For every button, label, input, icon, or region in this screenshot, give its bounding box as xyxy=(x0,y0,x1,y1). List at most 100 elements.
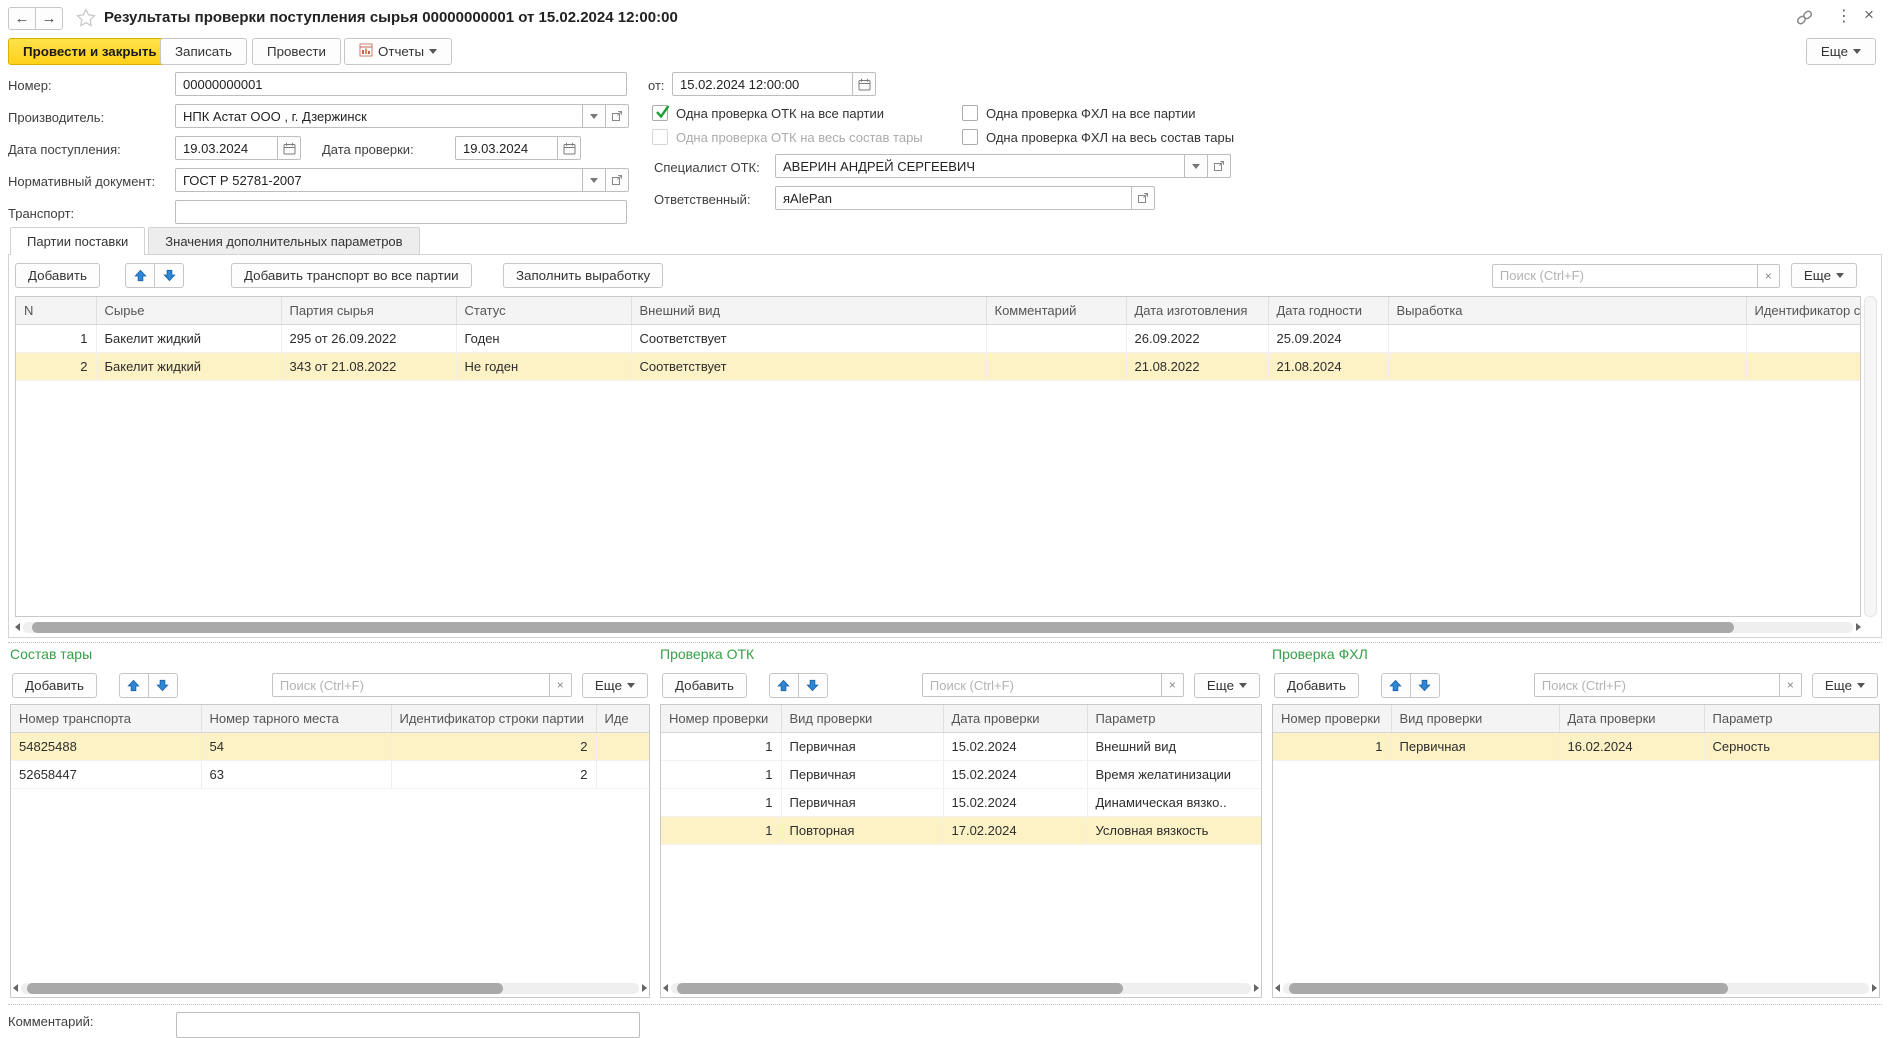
cell[interactable]: Серность xyxy=(1704,732,1880,760)
responsible-field[interactable]: яAlePan xyxy=(775,186,1155,210)
clear-search-icon[interactable]: × xyxy=(1780,673,1802,697)
table-row[interactable]: 1 Первичная 15.02.2024 Динамическая вязк… xyxy=(661,788,1262,816)
post-button[interactable]: Провести xyxy=(252,38,341,65)
batches-more-button[interactable]: Еще xyxy=(1791,263,1857,288)
cell[interactable]: 1 xyxy=(661,760,781,788)
move-down-button[interactable] xyxy=(1410,673,1440,698)
move-down-button[interactable] xyxy=(798,673,828,698)
fill-output-button[interactable]: Заполнить выработку xyxy=(503,263,663,288)
manufacturer-value[interactable]: НПК Астат ООО , г. Дзержинск xyxy=(175,104,583,128)
tab-batches[interactable]: Партии поставки xyxy=(10,227,145,255)
open-item-icon[interactable] xyxy=(606,168,629,192)
calendar-icon[interactable] xyxy=(853,72,876,96)
checkbox-fhl-all-batches[interactable]: Одна проверка ФХЛ на все партии xyxy=(962,105,1195,121)
cell[interactable]: 2 xyxy=(391,732,596,760)
save-button[interactable]: Записать xyxy=(160,38,247,65)
cell[interactable] xyxy=(1746,352,1861,380)
cell[interactable]: Условная вязкость xyxy=(1087,816,1262,844)
cell[interactable]: 2 xyxy=(391,760,596,788)
table-row[interactable]: 1 Бакелит жидкий 295 от 26.09.2022 Годен… xyxy=(16,324,1861,352)
cell[interactable]: 21.08.2024 xyxy=(1268,352,1388,380)
cell-active[interactable]: Бакелит жидкий xyxy=(96,352,281,380)
comment-field[interactable] xyxy=(176,1012,640,1038)
scroll-left-icon[interactable] xyxy=(15,623,20,631)
batches-search-input[interactable] xyxy=(1492,264,1758,288)
tare-search-input[interactable] xyxy=(272,673,550,697)
post-and-close-button[interactable]: Провести и закрыть xyxy=(8,38,172,65)
cell[interactable] xyxy=(1746,324,1861,352)
table-row-selected[interactable]: 54825488 54 2 xyxy=(11,732,650,760)
open-item-icon[interactable] xyxy=(1208,154,1231,178)
window-menu-icon[interactable]: ⋮ xyxy=(1836,6,1852,26)
otk-specialist-value[interactable]: АВЕРИН АНДРЕЙ СЕРГЕЕВИЧ xyxy=(775,154,1185,178)
cell[interactable]: 25.09.2024 xyxy=(1268,324,1388,352)
cell[interactable]: Соответствует xyxy=(631,324,986,352)
cell[interactable]: 54825488 xyxy=(11,732,201,760)
cell[interactable]: Внешний вид xyxy=(1087,732,1262,760)
nav-forward-button[interactable]: → xyxy=(35,7,63,30)
cell[interactable] xyxy=(1388,324,1746,352)
form-more-button[interactable]: Еще xyxy=(1806,38,1876,65)
dropdown-icon[interactable] xyxy=(1185,154,1208,178)
move-down-button[interactable] xyxy=(148,673,178,698)
tare-more-button[interactable]: Еще xyxy=(582,673,648,698)
cell[interactable]: 1 xyxy=(661,732,781,760)
clear-search-icon[interactable]: × xyxy=(550,673,572,697)
cell[interactable]: Соответствует xyxy=(631,352,986,380)
scroll-right-icon[interactable] xyxy=(642,984,647,992)
open-item-icon[interactable] xyxy=(606,104,629,128)
cell[interactable]: 16.02.2024 xyxy=(1559,732,1704,760)
arrival-date-field[interactable]: 19.03.2024 xyxy=(175,136,301,160)
checkbox-otk-all-batches[interactable]: Одна проверка ОТК на все партии xyxy=(652,105,884,121)
scroll-right-icon[interactable] xyxy=(1872,984,1877,992)
normative-doc-value[interactable]: ГОСТ Р 52781-2007 xyxy=(175,168,583,192)
cell[interactable] xyxy=(596,732,650,760)
doc-date-field[interactable]: 15.02.2024 12:00:00 xyxy=(672,72,876,96)
otk-add-button[interactable]: Добавить xyxy=(662,673,747,698)
cell[interactable]: 343 от 21.08.2022 xyxy=(281,352,456,380)
cell[interactable]: Бакелит жидкий xyxy=(96,324,281,352)
check-date-value[interactable]: 19.03.2024 xyxy=(455,136,558,160)
normative-doc-field[interactable]: ГОСТ Р 52781-2007 xyxy=(175,168,629,192)
horizontal-scrollbar[interactable] xyxy=(1275,981,1877,995)
table-row[interactable]: 1 Первичная 15.02.2024 Время желатинизац… xyxy=(661,760,1262,788)
cell[interactable]: Динамическая вязко.. xyxy=(1087,788,1262,816)
table-row[interactable]: 52658447 63 2 xyxy=(11,760,650,788)
table-row-selected[interactable]: 2 Бакелит жидкий 343 от 21.08.2022 Не го… xyxy=(16,352,1861,380)
cell[interactable]: Время желатинизации xyxy=(1087,760,1262,788)
cell-active[interactable]: 54 xyxy=(201,732,391,760)
tare-add-button[interactable]: Добавить xyxy=(12,673,97,698)
cell[interactable]: 21.08.2022 xyxy=(1126,352,1268,380)
cell[interactable]: 26.09.2022 xyxy=(1126,324,1268,352)
move-up-button[interactable] xyxy=(119,673,149,698)
splitter[interactable] xyxy=(8,642,1882,643)
check-date-field[interactable]: 19.03.2024 xyxy=(455,136,581,160)
cell[interactable]: Не годен xyxy=(456,352,631,380)
arrival-date-value[interactable]: 19.03.2024 xyxy=(175,136,278,160)
move-up-button[interactable] xyxy=(1381,673,1411,698)
cell[interactable]: 15.02.2024 xyxy=(943,732,1087,760)
cell[interactable]: 1 xyxy=(16,324,96,352)
reports-button[interactable]: Отчеты xyxy=(344,38,452,65)
scroll-left-icon[interactable] xyxy=(13,984,18,992)
cell[interactable] xyxy=(1388,352,1746,380)
cell[interactable] xyxy=(986,352,1126,380)
fhl-more-button[interactable]: Еще xyxy=(1812,673,1878,698)
cell[interactable]: Первичная xyxy=(781,760,943,788)
transport-field[interactable] xyxy=(175,200,627,224)
horizontal-scrollbar[interactable] xyxy=(15,620,1861,634)
cell[interactable]: 295 от 26.09.2022 xyxy=(281,324,456,352)
horizontal-scrollbar[interactable] xyxy=(663,981,1259,995)
otk-more-button[interactable]: Еще xyxy=(1194,673,1260,698)
cell[interactable]: 2 xyxy=(16,352,96,380)
table-row-selected[interactable]: 1 Повторная 17.02.2024 Условная вязкость xyxy=(661,816,1262,844)
calendar-icon[interactable] xyxy=(278,136,301,160)
close-window-icon[interactable]: × xyxy=(1864,5,1874,25)
nav-back-button[interactable]: ← xyxy=(8,7,36,30)
number-field[interactable]: 00000000001 xyxy=(175,72,627,96)
scroll-right-icon[interactable] xyxy=(1254,984,1259,992)
doc-date-value[interactable]: 15.02.2024 12:00:00 xyxy=(672,72,853,96)
add-transport-all-batches-button[interactable]: Добавить транспорт во все партии xyxy=(231,263,472,288)
cell[interactable]: 15.02.2024 xyxy=(943,760,1087,788)
move-up-button[interactable] xyxy=(125,263,155,288)
